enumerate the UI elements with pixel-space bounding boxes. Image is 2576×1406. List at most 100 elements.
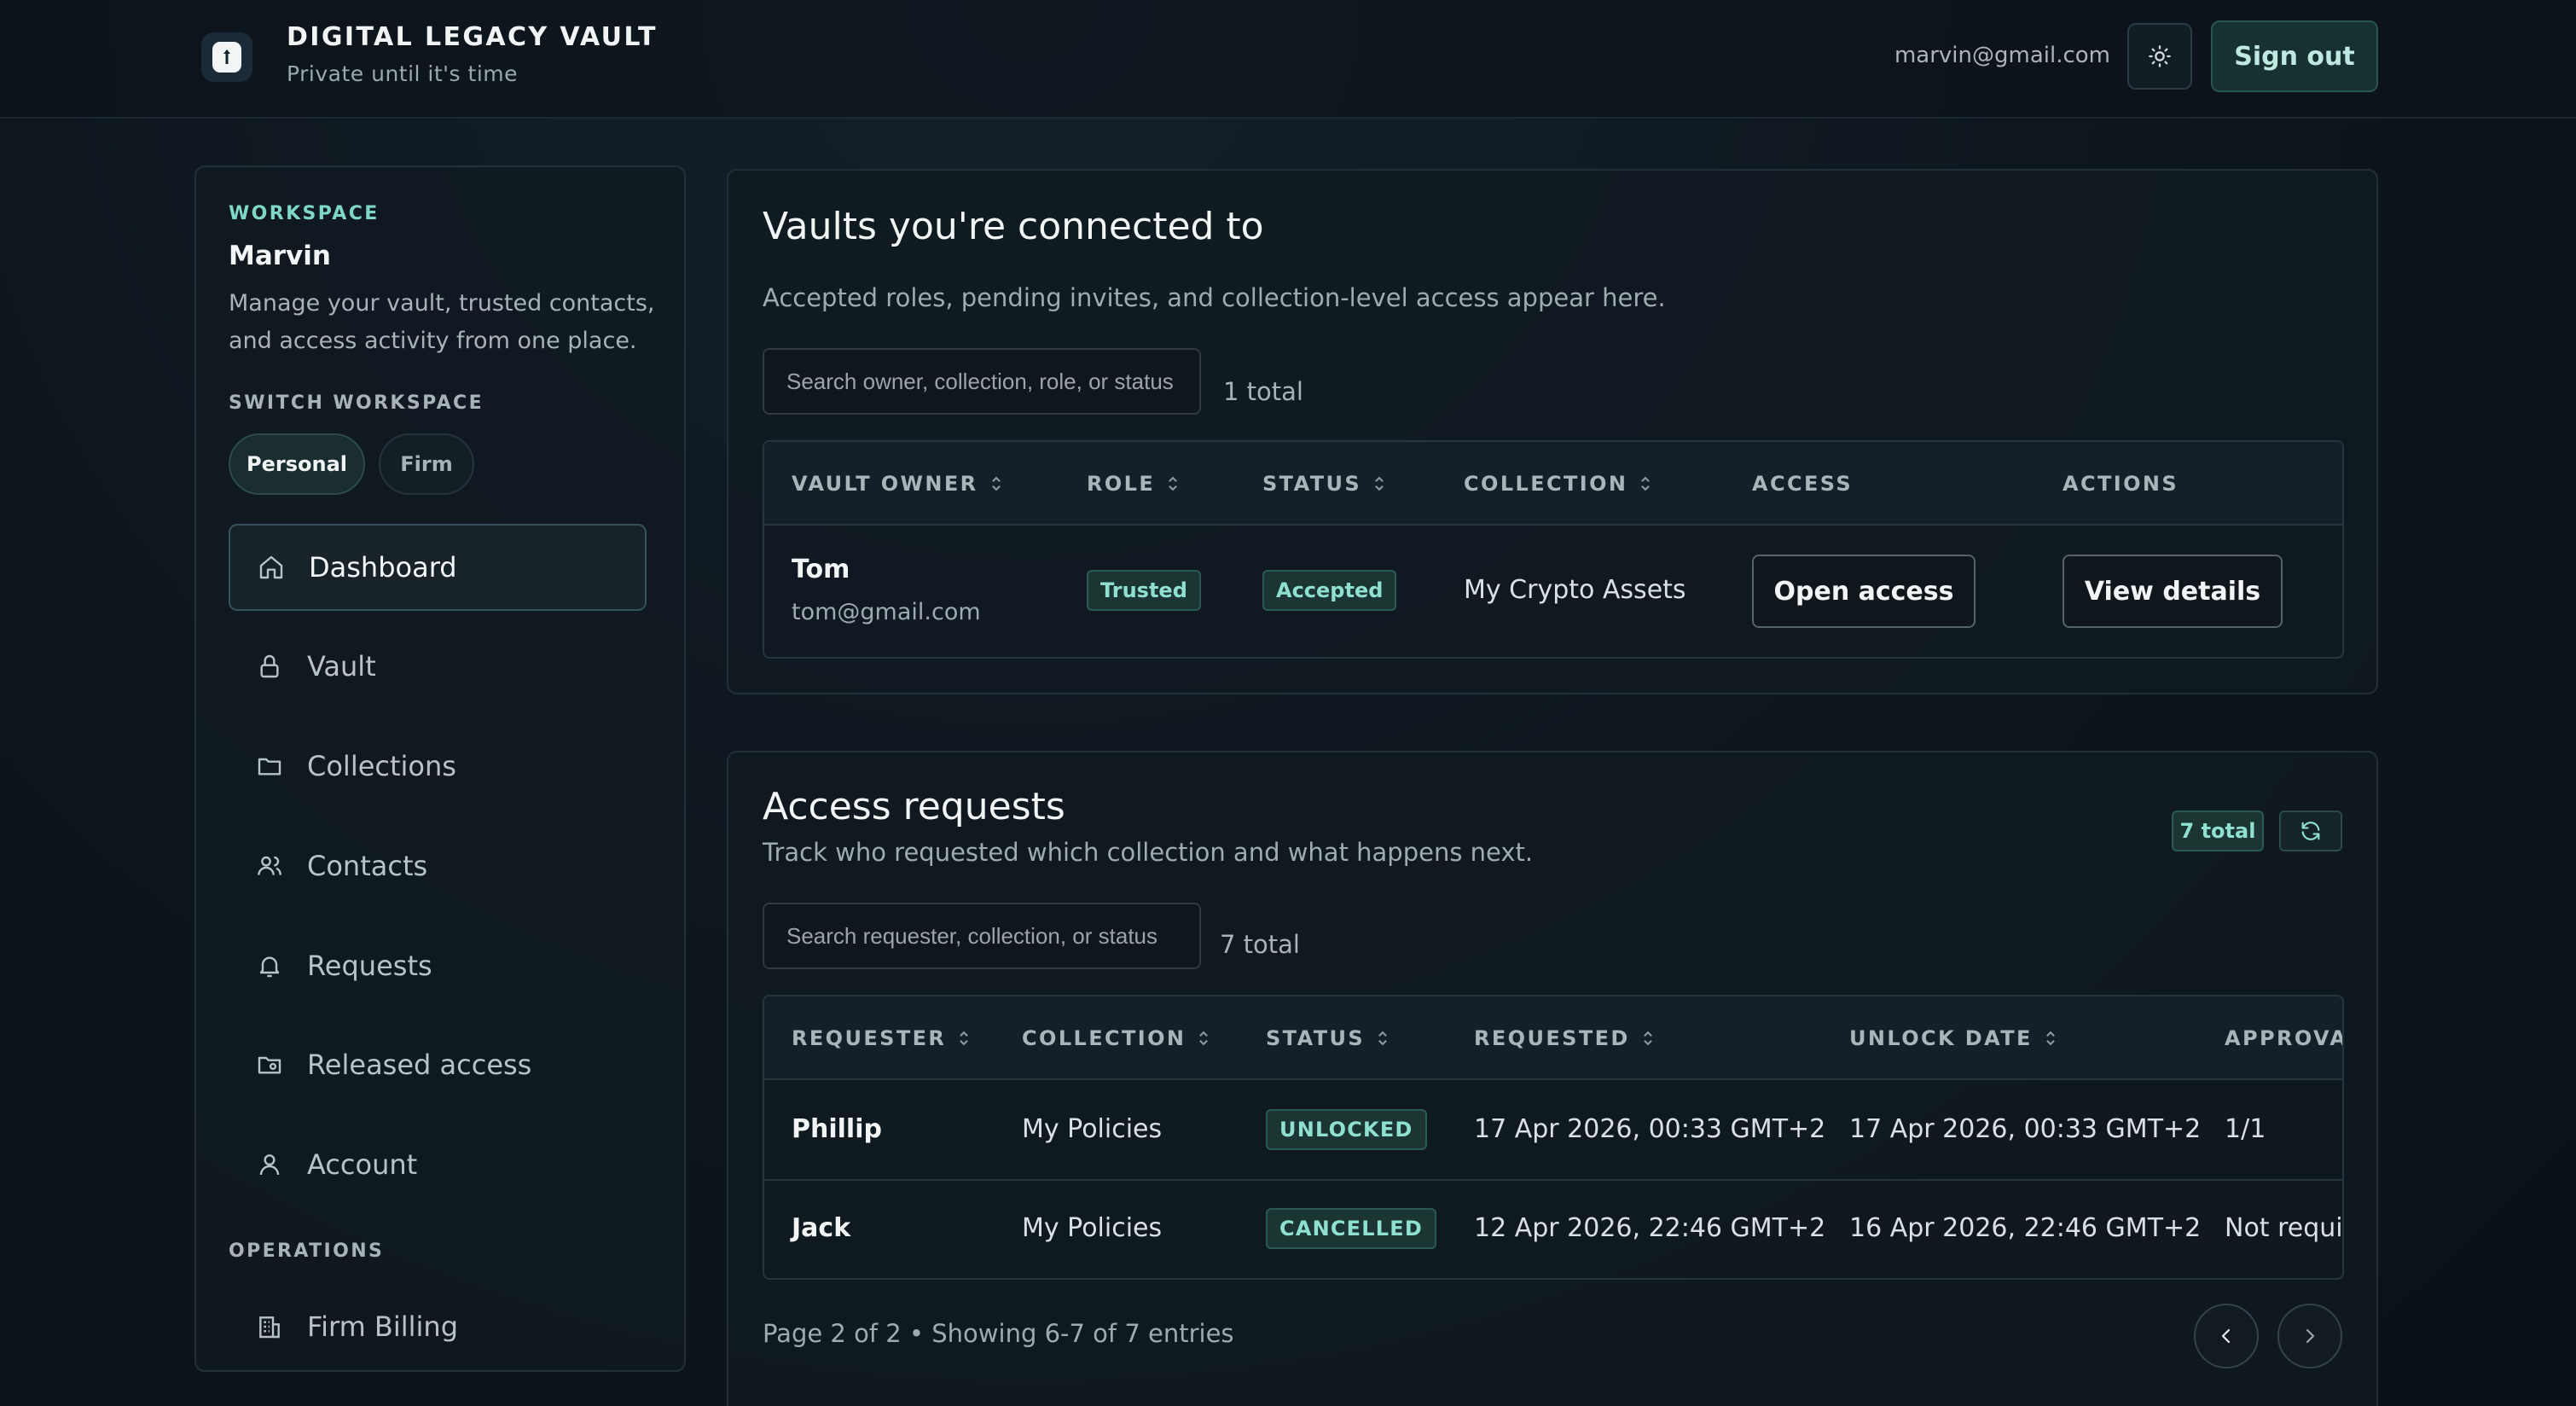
sort-icon (1375, 476, 1384, 491)
access-requests-panel: Access requests Track who requested whic… (727, 751, 2378, 1406)
refresh-button[interactable] (2279, 810, 2342, 851)
sidebar: WORKSPACE Marvin Manage your vault, trus… (194, 166, 686, 1372)
top-bar: DIGITAL LEGACY VAULT Private until it's … (0, 0, 2576, 119)
sort-icon (991, 476, 1001, 491)
sort-icon (1199, 1031, 1209, 1046)
approval-value: 1/1 (2225, 1114, 2266, 1144)
requested-date: 17 Apr 2026, 00:33 GMT+2 (1474, 1114, 1826, 1144)
app-logo (201, 32, 252, 82)
column-header[interactable]: COLLECTION (1022, 996, 1210, 1080)
users-icon (254, 851, 285, 881)
requests-subtitle: Track who requested which collection and… (763, 838, 1534, 867)
column-header[interactable]: STATUS (1266, 996, 1389, 1080)
sort-icon (1643, 1031, 1652, 1046)
folder-open-icon (254, 1049, 285, 1080)
nav-label: Account (307, 1148, 418, 1181)
refresh-icon (2301, 822, 2320, 840)
nav-vault[interactable]: Vault (229, 623, 647, 710)
requests-total: 7 total (1220, 930, 1300, 959)
nav-label: Released access (307, 1049, 532, 1081)
column-header: ACTIONS (2063, 472, 2179, 496)
chevron-left-icon (2221, 1328, 2231, 1344)
table-row: Tom tom@gmail.com Trusted Accepted My Cr… (764, 527, 2342, 657)
brand-title: DIGITAL LEGACY VAULT (287, 22, 658, 52)
requests-count-badge: 7 total (2172, 810, 2264, 851)
sun-icon (2149, 45, 2171, 67)
column-header[interactable]: UNLOCK DATE (1849, 996, 2057, 1080)
nav-dashboard[interactable]: Dashboard (229, 524, 647, 611)
building-icon (254, 1311, 285, 1342)
requester-name: Phillip (792, 1114, 882, 1144)
workspace-label: WORKSPACE (229, 203, 380, 224)
open-access-button[interactable]: Open access (1752, 555, 1976, 628)
view-details-button[interactable]: View details (2063, 555, 2283, 628)
next-page-button[interactable] (2277, 1304, 2342, 1368)
previous-page-button[interactable] (2194, 1304, 2259, 1368)
nav-account[interactable]: Account (229, 1121, 647, 1208)
requests-table: REQUESTER COLLECTION STATUS REQUESTED UN… (763, 995, 2344, 1280)
bell-icon (254, 950, 285, 981)
column-header[interactable]: STATUS (1262, 442, 1385, 526)
sign-out-button[interactable]: Sign out (2211, 20, 2378, 92)
collection-name: My Policies (1022, 1213, 1163, 1243)
folder-icon (254, 751, 285, 781)
column-header[interactable]: VAULT OWNER (792, 442, 1002, 526)
nav-label: Contacts (307, 850, 428, 882)
nav-released-access[interactable]: Released access (229, 1021, 647, 1108)
requests-search-input[interactable]: Search requester, collection, or status (763, 903, 1201, 969)
sort-icon (1169, 476, 1178, 491)
table-header: REQUESTER COLLECTION STATUS REQUESTED UN… (764, 996, 2342, 1080)
nav-label: Dashboard (309, 551, 457, 584)
nav-label: Firm Billing (307, 1310, 459, 1343)
nav-contacts[interactable]: Contacts (229, 822, 647, 909)
nav-requests[interactable]: Requests (229, 922, 647, 1009)
column-header[interactable]: ROLE (1087, 442, 1179, 526)
vaults-total: 1 total (1223, 377, 1303, 406)
role-badge: Trusted (1087, 570, 1201, 611)
owner-email: tom@gmail.com (792, 599, 981, 625)
workspace-personal-pill[interactable]: Personal (229, 433, 365, 495)
vaults-search-input[interactable]: Search owner, collection, role, or statu… (763, 348, 1201, 415)
vaults-panel: Vaults you're connected to Accepted role… (727, 169, 2378, 694)
user-email: marvin@gmail.com (1894, 43, 2110, 68)
nav-label: Collections (307, 750, 456, 782)
column-header[interactable]: APPROVA (2225, 996, 2342, 1080)
requests-title: Access requests (763, 785, 1065, 828)
nav-firm-billing[interactable]: Firm Billing (229, 1283, 647, 1370)
table-header: VAULT OWNER ROLE STATUS COLLECTION ACCES… (764, 442, 2342, 526)
vaults-title: Vaults you're connected to (763, 205, 1264, 248)
pagination-info: Page 2 of 2 • Showing 6-7 of 7 entries (763, 1319, 1234, 1348)
table-row: Phillip My Policies UNLOCKED 17 Apr 2026… (764, 1082, 2342, 1181)
column-header[interactable]: REQUESTER (792, 996, 970, 1080)
vault-logo-icon (212, 42, 241, 73)
sort-icon (960, 1031, 969, 1046)
workspace-name: Marvin (229, 241, 331, 271)
collection-name: My Crypto Assets (1464, 575, 1686, 605)
nav-label: Vault (307, 650, 376, 683)
collection-name: My Policies (1022, 1114, 1163, 1144)
status-badge: CANCELLED (1266, 1208, 1436, 1249)
column-header[interactable]: COLLECTION (1464, 442, 1651, 526)
sort-icon (1641, 476, 1651, 491)
chevron-right-icon (2306, 1328, 2315, 1344)
vaults-subtitle: Accepted roles, pending invites, and col… (763, 283, 1666, 312)
home-icon (256, 552, 287, 583)
table-row: Jack My Policies CANCELLED 12 Apr 2026, … (764, 1181, 2342, 1278)
operations-label: OPERATIONS (229, 1240, 385, 1262)
theme-toggle-button[interactable] (2127, 23, 2192, 90)
unlock-date: 17 Apr 2026, 00:33 GMT+2 (1849, 1114, 2202, 1144)
sort-icon (2045, 1031, 2055, 1046)
nav-collections[interactable]: Collections (229, 723, 647, 810)
workspace-firm-pill[interactable]: Firm (379, 433, 474, 495)
status-badge: Accepted (1262, 570, 1397, 611)
lock-icon (254, 651, 285, 682)
brand-subtitle: Private until it's time (287, 61, 519, 86)
column-header: ACCESS (1752, 472, 1854, 496)
workspace-description: Manage your vault, trusted contacts, and… (229, 290, 655, 354)
owner-name: Tom (792, 555, 850, 584)
status-badge: UNLOCKED (1266, 1109, 1427, 1150)
column-header[interactable]: REQUESTED (1474, 996, 1654, 1080)
sort-icon (1378, 1031, 1387, 1046)
requested-date: 12 Apr 2026, 22:46 GMT+2 (1474, 1213, 1826, 1243)
unlock-date: 16 Apr 2026, 22:46 GMT+2 (1849, 1213, 2202, 1243)
